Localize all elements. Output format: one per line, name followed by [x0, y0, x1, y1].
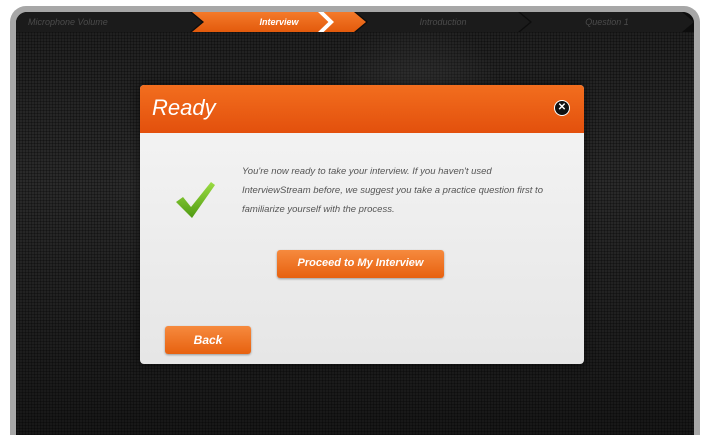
back-button[interactable]: Back: [165, 326, 251, 354]
step-label: Microphone Volume: [28, 17, 108, 27]
progress-steps: Microphone Volume Interview Introduction…: [16, 12, 694, 32]
checkmark-icon: [176, 182, 215, 218]
step-question-1: Question 1: [520, 12, 694, 32]
dialog-title: Ready: [152, 95, 216, 120]
step-microphone-volume: Microphone Volume: [16, 12, 202, 32]
step-label: Introduction: [419, 17, 467, 27]
ready-message: You're now ready to take your interview.…: [242, 166, 543, 215]
step-introduction: Introduction: [356, 12, 530, 32]
step-label: Interview: [259, 17, 299, 27]
dialog-header: Ready ✕: [140, 85, 584, 133]
interview-screen: Microphone Volume Interview Introduction…: [16, 12, 694, 435]
step-interview: Interview: [192, 12, 366, 32]
close-icon[interactable]: ✕: [554, 100, 570, 116]
device-frame: Microphone Volume Interview Introduction…: [10, 6, 700, 435]
ready-dialog: Ready ✕ You're now ready to take your in…: [140, 85, 584, 364]
proceed-to-interview-button[interactable]: Proceed to My Interview: [277, 250, 444, 278]
step-label: Question 1: [585, 17, 629, 27]
